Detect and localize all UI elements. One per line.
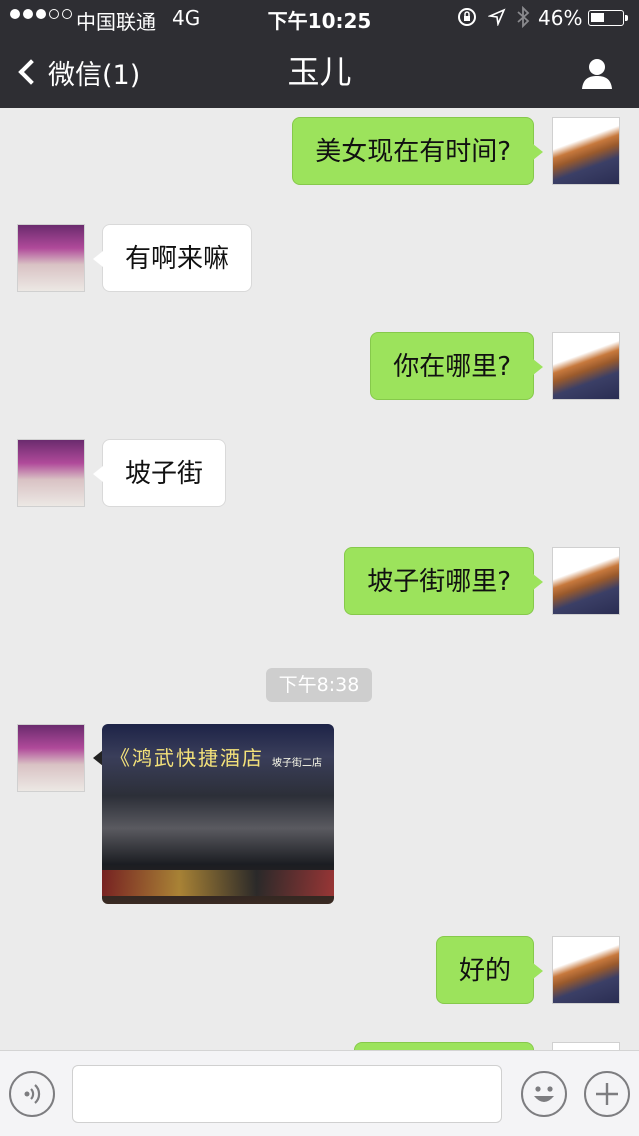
message-bubble-outgoing[interactable] bbox=[354, 1042, 534, 1050]
image-message[interactable]: 《鸿武快捷酒店 坡子街二店 bbox=[102, 724, 334, 904]
emoji-icon bbox=[534, 1086, 554, 1102]
my-avatar[interactable] bbox=[552, 332, 620, 400]
more-button[interactable] bbox=[584, 1071, 630, 1117]
top-bar: 中国联通 4G 下午10:25 46% 微信(1) 玉儿 bbox=[0, 0, 639, 108]
emoji-button[interactable] bbox=[521, 1071, 567, 1117]
message-timestamp: 下午8:38 bbox=[266, 668, 372, 702]
message-bubble-outgoing[interactable]: 你在哪里? bbox=[370, 332, 543, 400]
voice-icon bbox=[24, 1084, 41, 1104]
my-avatar[interactable] bbox=[552, 117, 620, 185]
message-bubble-outgoing[interactable]: 坡子街哪里? bbox=[344, 547, 543, 615]
plus-icon bbox=[596, 1083, 618, 1105]
battery-icon bbox=[588, 10, 628, 26]
contact-avatar[interactable] bbox=[17, 224, 85, 292]
my-avatar[interactable] bbox=[552, 1042, 620, 1050]
location-icon bbox=[488, 8, 506, 26]
status-bar: 中国联通 4G 下午10:25 46% bbox=[0, 0, 639, 36]
message-bubble-incoming[interactable]: 有啊来嘛 bbox=[92, 224, 253, 292]
message-bubble-outgoing[interactable]: 美女现在有时间? bbox=[292, 117, 543, 185]
my-avatar[interactable] bbox=[552, 936, 620, 1004]
contact-avatar[interactable] bbox=[17, 724, 85, 792]
message-input[interactable] bbox=[72, 1065, 502, 1123]
contact-avatar[interactable] bbox=[17, 439, 85, 507]
message-bubble-outgoing[interactable]: 好的 bbox=[435, 936, 544, 1004]
battery-percent: 46% bbox=[538, 6, 583, 30]
input-bar bbox=[0, 1050, 639, 1136]
person-icon[interactable] bbox=[580, 56, 614, 90]
bluetooth-icon bbox=[517, 6, 530, 28]
image-sign-subtext: 坡子街二店 bbox=[272, 758, 322, 769]
message-list[interactable]: 美女现在有时间? 有啊来嘛 你在哪里? 坡子街 坡子街哪里? 下午8:38 《鸿… bbox=[0, 108, 639, 1050]
voice-button[interactable] bbox=[9, 1071, 55, 1117]
rotation-lock-icon bbox=[458, 8, 476, 26]
chat-title: 玉儿 bbox=[287, 53, 352, 91]
image-sign-text: 《鸿武快捷酒店 bbox=[110, 746, 264, 770]
message-bubble-incoming[interactable]: 坡子街 bbox=[92, 439, 227, 507]
my-avatar[interactable] bbox=[552, 547, 620, 615]
